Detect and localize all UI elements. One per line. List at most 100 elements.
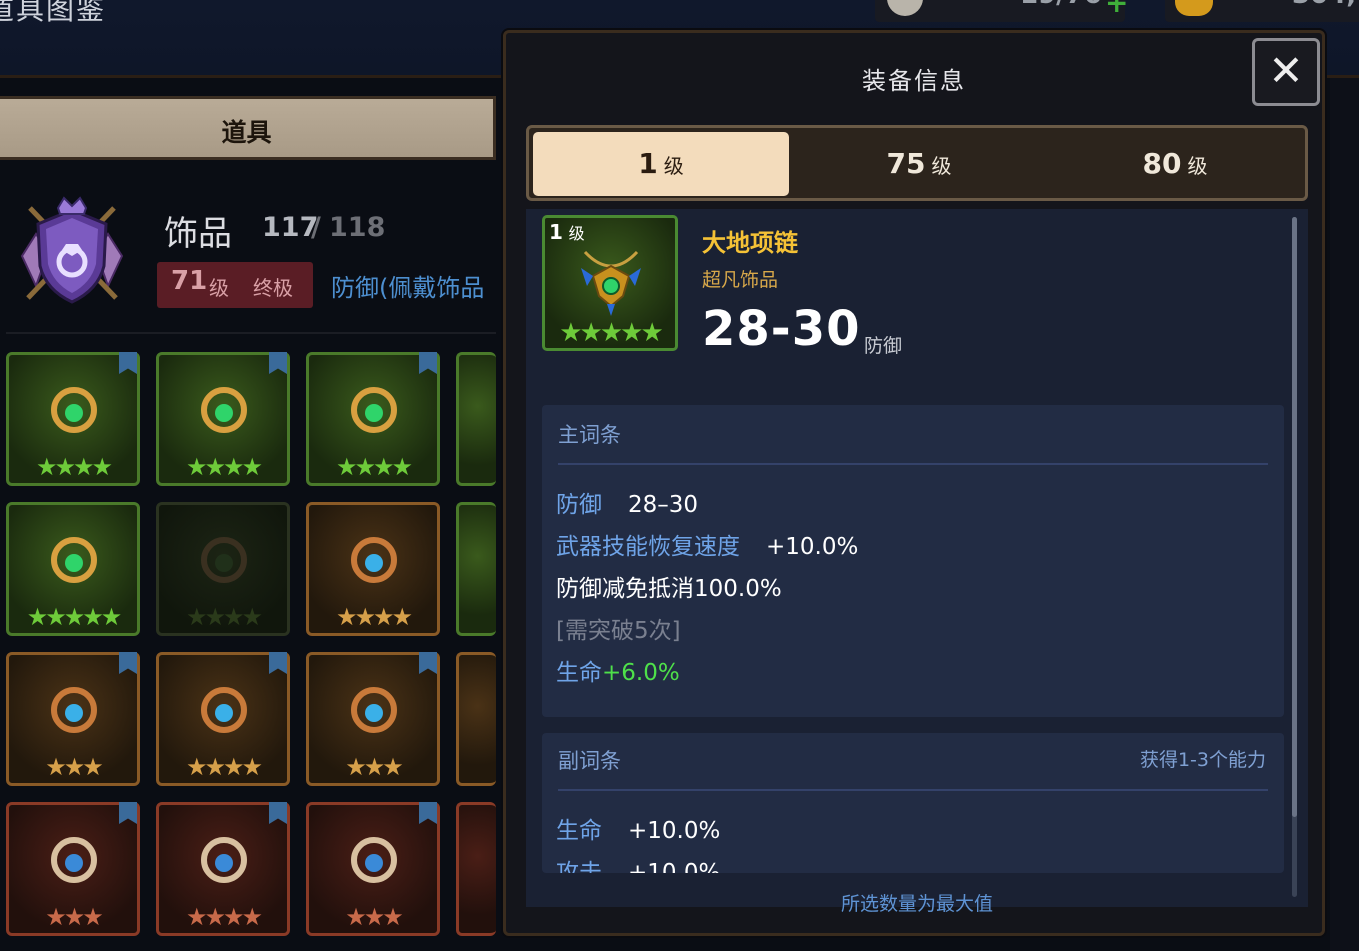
sub-attr-hp-value: +10.0% [628,818,721,844]
tab-level-unit: 级 [931,154,952,178]
grid-item[interactable]: ★★★★ [306,502,440,636]
grid-item-partial[interactable] [456,352,496,486]
grid-item[interactable]: ★★★ [6,652,140,786]
energy-resource: 19/76 + [875,0,1128,22]
bookmark-icon [269,652,287,674]
grid-item[interactable]: ★★★★★ [6,502,140,636]
cup-icon [887,0,923,16]
energy-value: 19/76 [1020,0,1102,10]
bookmark-icon [419,652,437,674]
item-rating-stars: ★★★★ [35,453,113,481]
earth-necklace-icon [51,537,97,583]
item-rating-stars: ★★★★ [335,603,413,631]
bookmark-icon [119,652,137,674]
bone-ring-icon [51,837,97,883]
sub-attributes-title: 副词条 [558,749,621,773]
section-divider [558,463,1268,465]
item-name: 大地项链 [702,229,798,257]
purple-ring-icon [51,687,97,733]
attr-defense: 防御 28–30 [556,485,698,519]
bookmark-icon [419,802,437,824]
sub-attributes-section: 副词条 获得1-3个能力 生命 +10.0% 攻击 +10.0% [542,733,1284,873]
category-header: 饰品 117 / 118 71 级 终极 防御(佩戴饰品 [0,170,500,330]
main-attributes-section: 主词条 防御 28–30 武器技能恢复速度 +10.0% 防御减免抵消100.0% … [542,405,1284,717]
scrollbar-thumb[interactable] [1292,217,1297,817]
sub-attr-attack-value: +10.0% [628,860,721,873]
bookmark-icon [419,352,437,374]
grid-item[interactable]: ★★★ [6,802,140,936]
item-card: 1 级 ★★★★★ [542,215,678,351]
grid-item[interactable]: ★★★★ [156,502,290,636]
grid-item[interactable]: ★★★ [306,802,440,936]
divider [6,332,496,334]
sub-attr-attack: 攻击 +10.0% [556,853,720,873]
section-divider [558,789,1268,791]
item-rating-stars: ★★★★ [335,453,413,481]
scrollbar[interactable] [1292,217,1297,897]
close-icon: ✕ [1268,46,1304,95]
sub-attr-attack-name: 攻击 [556,860,602,873]
grid-item[interactable]: ★★★★ [156,802,290,936]
attr-damage-reduction: 防御减免抵消100.0% [556,576,782,602]
locked-ring-icon [201,537,247,583]
blue-bead-chain-icon [201,687,247,733]
tab-level-number: 1 [638,147,658,180]
grid-item-partial[interactable] [456,652,496,786]
item-rating-stars: ★★★★★ [559,318,664,348]
sub-attr-hp: 生命 +10.0% [556,811,720,845]
tab-level-unit: 级 [663,154,684,178]
close-button[interactable]: ✕ [1252,38,1320,106]
bookmark-icon [119,802,137,824]
attr-weapon-skill-recovery-value: +10.0% [766,534,859,560]
tab-level-number: 80 [1142,147,1182,180]
item-rating-stars: ★★★ [45,903,104,931]
grid-item[interactable]: ★★★★ [306,352,440,486]
grid-item-partial[interactable] [456,802,496,936]
item-rating-stars: ★★★ [345,903,404,931]
gold-value: 304,4 [1292,0,1359,10]
level-number: 71 [171,266,208,296]
tab-level-80[interactable]: 80 级 [1047,132,1303,196]
level-tabs: 1级 75 级 80 级 [526,125,1308,201]
main-attributes-title: 主词条 [558,423,621,447]
item-rating-stars: ★★★★★ [26,603,123,631]
collected-count: 117 [262,212,319,243]
level-tag: 终极 [253,276,293,300]
grid-item[interactable]: ★★★ [306,652,440,786]
flower-necklace-icon [351,387,397,433]
tab-items[interactable]: 道具 [0,96,496,160]
grid-item[interactable]: ★★★★ [156,352,290,486]
level-unit: 级 [209,276,229,300]
category-bonus-description: 防御(佩戴饰品 [331,274,485,302]
item-rating-stars: ★★★ [345,753,404,781]
item-rating-stars: ★★★★ [185,453,263,481]
gold-resource: 304,4 [1165,0,1359,22]
tab-level-75[interactable]: 75 级 [791,132,1047,196]
attr-defense-name: 防御 [556,492,602,518]
grid-item-partial[interactable] [456,502,496,636]
grid-item[interactable]: ★★★★ [6,352,140,486]
earth-necklace-icon [581,250,641,316]
background-edge [1330,78,1359,951]
item-card-level-unit: 级 [568,224,585,243]
coin-icon [1175,0,1213,16]
demon-amulet-icon [201,387,247,433]
attr-hp-value: +6.0% [602,660,680,686]
attr-weapon-skill-recovery-name: 武器技能恢复速度 [556,534,740,560]
item-rating-stars: ★★★★ [185,753,263,781]
item-card-level: 1 级 [549,220,585,244]
winged-ring-icon [351,537,397,583]
blue-bead-chain-icon [351,687,397,733]
add-energy-button[interactable]: + [1105,0,1128,19]
item-stat-name: 防御 [864,335,903,357]
item-detail-panel[interactable]: 1 级 ★★★★★ 大地项链 超凡饰品 28-30 防御 主词条 防御 28–30 [526,209,1308,915]
sub-attributes-hint: 获得1-3个能力 [1139,749,1266,771]
ring-emblem-icon [20,196,124,304]
tab-level-unit: 级 [1187,154,1208,178]
bookmark-icon [269,352,287,374]
tab-level-1[interactable]: 1级 [533,132,789,196]
tab-level-number: 75 [886,147,926,180]
cat-amulet-icon [51,387,97,433]
count-separator: / [311,212,321,243]
grid-item[interactable]: ★★★★ [156,652,290,786]
